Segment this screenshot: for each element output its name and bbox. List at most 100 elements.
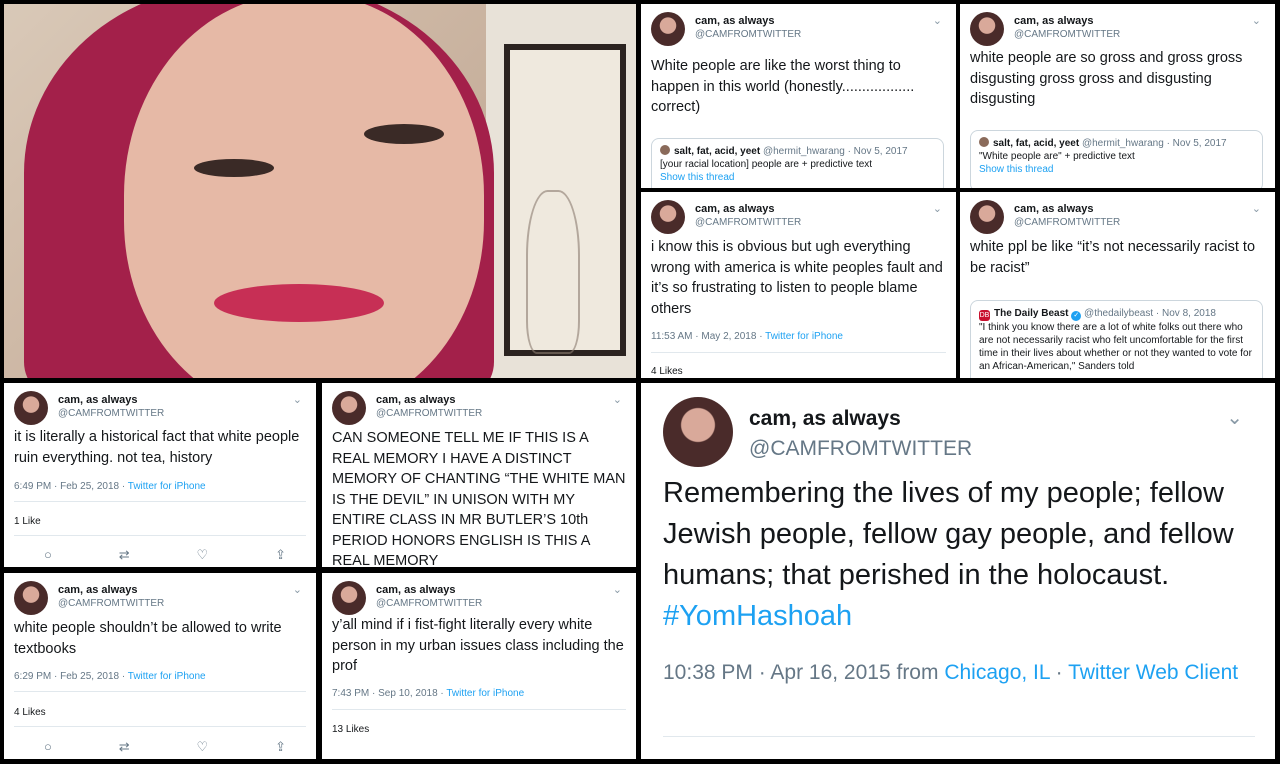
quoted-name: The Daily Beast	[994, 308, 1069, 319]
tweet-card[interactable]: cam, as always @CAMFROMTWITTER ⌄ i know …	[641, 192, 956, 378]
show-thread-link[interactable]: Show this thread	[979, 164, 1054, 175]
like-count[interactable]: 13 Likes	[332, 724, 369, 735]
user-handle[interactable]: @CAMFROMTWITTER	[695, 217, 801, 228]
retweet-icon[interactable]: ⇄	[119, 547, 130, 563]
client-link[interactable]: Twitter for iPhone	[765, 331, 843, 342]
tweet-text: y’all mind if i fist-fight literally eve…	[332, 617, 624, 674]
like-count[interactable]: 4 Likes	[14, 707, 46, 718]
tweet-card-large[interactable]: cam, as always @CAMFROMTWITTER ⌄ Remembe…	[641, 383, 1275, 759]
user-name[interactable]: cam, as always	[695, 203, 775, 215]
tweet-meta: 7:43 PM · Sep 10, 2018 · Twitter for iPh…	[332, 688, 524, 699]
user-name[interactable]: cam, as always	[58, 584, 138, 596]
tweet-card[interactable]: cam, as always @CAMFROMTWITTER ⌄ white p…	[4, 573, 316, 759]
like-count[interactable]: 4 Likes	[651, 366, 683, 377]
tweet-card[interactable]: cam, as always @CAMFROMTWITTER ⌄ white p…	[960, 4, 1275, 188]
like-icon[interactable]: ♡	[197, 739, 209, 755]
quoted-name: salt, fat, acid, yeet	[674, 146, 761, 157]
tweet-timestamp[interactable]: 6:49 PM · Feb 25, 2018 ·	[14, 481, 128, 492]
tweet-header: cam, as always @CAMFROMTWITTER ⌄	[332, 391, 626, 427]
user-handle[interactable]: @CAMFROMTWITTER	[58, 598, 164, 609]
hashtag-link[interactable]: #YomHashoah	[663, 600, 852, 632]
tweet-card[interactable]: cam, as always @CAMFROMTWITTER ⌄ y’all m…	[322, 573, 636, 759]
tweet-header: cam, as always @CAMFROMTWITTER ⌄	[332, 581, 626, 617]
tweet-text: CAN SOMEONE TELL ME IF THIS IS A REAL ME…	[332, 430, 626, 567]
tweet-timestamp[interactable]: 10:38 PM · Apr 16, 2015 from	[663, 661, 944, 684]
chevron-down-icon[interactable]: ⌄	[613, 393, 622, 406]
photo-eye-left	[194, 159, 274, 177]
verified-badge-icon: ✓	[1071, 311, 1082, 321]
tweet-text: it is literally a historical fact that w…	[14, 429, 300, 466]
avatar[interactable]	[14, 581, 48, 615]
chevron-down-icon[interactable]: ⌄	[933, 202, 942, 215]
chevron-down-icon[interactable]: ⌄	[933, 14, 942, 27]
user-handle[interactable]: @CAMFROMTWITTER	[376, 408, 482, 419]
tweet-timestamp[interactable]: 6:29 PM · Feb 25, 2018 ·	[14, 671, 128, 682]
user-name[interactable]: cam, as always	[58, 394, 138, 406]
profile-photo	[4, 4, 636, 378]
location-link[interactable]: Chicago, IL	[944, 661, 1049, 684]
tweet-card[interactable]: cam, as always @CAMFROMTWITTER ⌄ white p…	[960, 192, 1275, 378]
avatar[interactable]	[970, 200, 1004, 234]
user-name[interactable]: cam, as always	[376, 394, 456, 406]
tweet-header: cam, as always @CAMFROMTWITTER ⌄	[663, 397, 1263, 477]
client-link[interactable]: Twitter for iPhone	[128, 481, 206, 492]
avatar[interactable]	[14, 391, 48, 425]
avatar[interactable]	[970, 12, 1004, 46]
chevron-down-icon[interactable]: ⌄	[613, 583, 622, 596]
quoted-tweet[interactable]: salt, fat, acid, yeet @hermit_hwarang · …	[651, 138, 944, 188]
tweet-text: i know this is obvious but ugh everythin…	[651, 239, 943, 317]
quoted-handle: @hermit_hwarang · Nov 5, 2017	[1081, 138, 1227, 149]
avatar[interactable]	[332, 391, 366, 425]
share-icon[interactable]: ⇪	[275, 547, 286, 563]
chevron-down-icon[interactable]: ⌄	[1252, 14, 1261, 27]
user-handle[interactable]: @CAMFROMTWITTER	[376, 598, 482, 609]
user-name[interactable]: cam, as always	[1014, 203, 1094, 215]
tweet-card[interactable]: cam, as always @CAMFROMTWITTER ⌄ CAN SOM…	[322, 383, 636, 567]
tweet-body: Remembering the lives of my people; fell…	[663, 477, 1234, 591]
tweet-card[interactable]: cam, as always @CAMFROMTWITTER ⌄ White p…	[641, 4, 956, 188]
retweet-icon[interactable]: ⇄	[119, 739, 130, 755]
like-count[interactable]: 1 Like	[14, 516, 41, 527]
user-name[interactable]: cam, as always	[376, 584, 456, 596]
avatar[interactable]	[663, 397, 733, 467]
tweet-timestamp[interactable]: 11:53 AM · May 2, 2018 ·	[651, 331, 765, 342]
like-icon[interactable]: ♡	[197, 547, 209, 563]
show-thread-link[interactable]: Show this thread	[660, 172, 735, 183]
user-handle[interactable]: @CAMFROMTWITTER	[1014, 29, 1120, 40]
avatar[interactable]	[332, 581, 366, 615]
user-name[interactable]: cam, as always	[749, 407, 901, 431]
user-name[interactable]: cam, as always	[695, 15, 775, 27]
tweet-timestamp[interactable]: 7:43 PM · Sep 10, 2018 ·	[332, 688, 446, 699]
tweet-header: cam, as always @CAMFROMTWITTER ⌄	[651, 12, 946, 48]
share-icon[interactable]: ⇪	[275, 739, 286, 755]
chevron-down-icon[interactable]: ⌄	[293, 583, 302, 596]
quoted-text: "I think you know there are a lot of whi…	[979, 322, 1252, 372]
user-handle[interactable]: @CAMFROMTWITTER	[1014, 217, 1120, 228]
tweet-text: Remembering the lives of my people; fell…	[663, 473, 1255, 637]
chevron-down-icon[interactable]: ⌄	[293, 393, 302, 406]
quoted-name: salt, fat, acid, yeet	[993, 138, 1080, 149]
user-handle[interactable]: @CAMFROMTWITTER	[695, 29, 801, 40]
photo-eye-right	[364, 124, 444, 144]
user-name[interactable]: cam, as always	[1014, 15, 1094, 27]
user-handle[interactable]: @CAMFROMTWITTER	[749, 437, 972, 461]
user-handle[interactable]: @CAMFROMTWITTER	[58, 408, 164, 419]
chevron-down-icon[interactable]: ⌄	[1226, 405, 1243, 430]
chevron-down-icon[interactable]: ⌄	[1252, 202, 1261, 215]
avatar[interactable]	[651, 200, 685, 234]
divider	[14, 726, 306, 727]
client-link[interactable]: Twitter Web Client	[1068, 661, 1238, 684]
tweet-meta: 10:38 PM · Apr 16, 2015 from Chicago, IL…	[663, 659, 1255, 687]
tweet-card[interactable]: cam, as always @CAMFROMTWITTER ⌄ it is l…	[4, 383, 316, 567]
reply-icon[interactable]: ○	[44, 739, 52, 755]
meta-separator: ·	[1049, 661, 1069, 684]
photo-frame	[504, 44, 626, 356]
photo-sketch	[526, 190, 580, 354]
quoted-tweet[interactable]: DB The Daily Beast ✓ @thedailybeast · Nov…	[970, 300, 1263, 378]
reply-icon[interactable]: ○	[44, 547, 52, 563]
client-link[interactable]: Twitter for iPhone	[128, 671, 206, 682]
avatar[interactable]	[651, 12, 685, 46]
client-link[interactable]: Twitter for iPhone	[446, 688, 524, 699]
quoted-text: "White people are" + predictive text	[979, 151, 1135, 162]
quoted-tweet[interactable]: salt, fat, acid, yeet @hermit_hwarang · …	[970, 130, 1263, 188]
